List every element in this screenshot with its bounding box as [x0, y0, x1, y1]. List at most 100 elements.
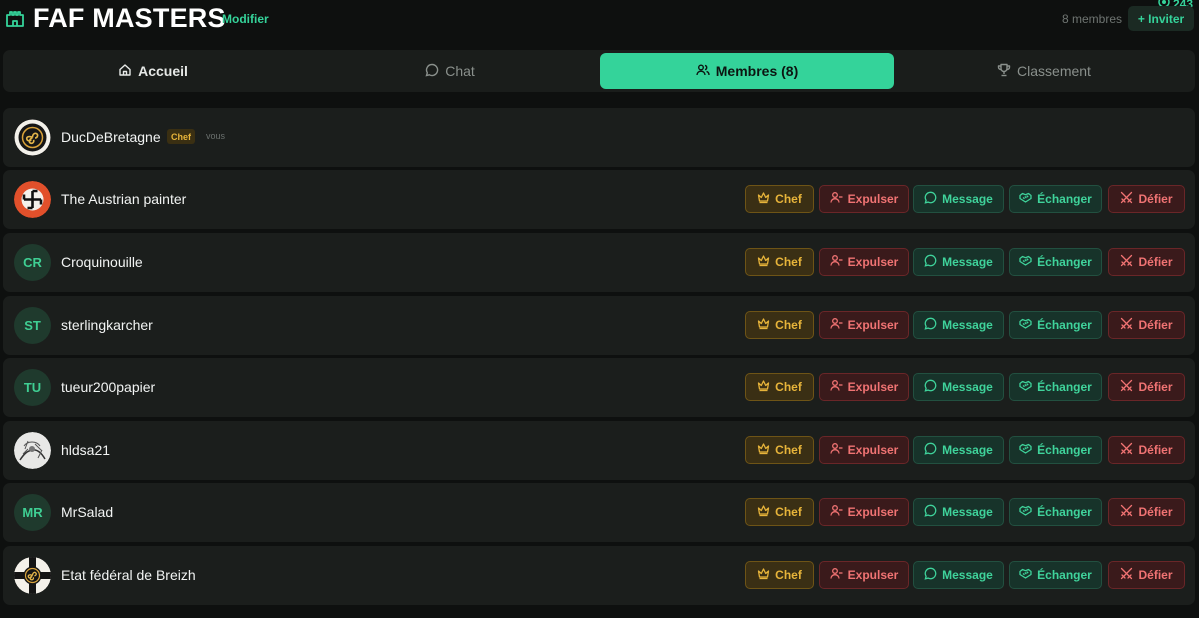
handshake-icon: [1019, 317, 1032, 333]
promote-chef-button[interactable]: Chef: [745, 561, 814, 589]
message-label: Message: [942, 568, 993, 582]
red-emblem-avatar[interactable]: [14, 181, 51, 218]
message-button[interactable]: Message: [913, 498, 1004, 526]
crown-icon: [757, 379, 770, 395]
trade-label: Échanger: [1037, 380, 1092, 394]
kick-button[interactable]: Expulser: [819, 311, 909, 339]
promote-chef-button[interactable]: Chef: [745, 185, 814, 213]
tab-home[interactable]: Accueil: [6, 53, 300, 89]
message-button[interactable]: Message: [913, 373, 1004, 401]
member-name[interactable]: sterlingkarcher: [61, 317, 153, 333]
chat-bubble-icon: [924, 567, 937, 583]
member-name[interactable]: MrSalad: [61, 504, 113, 520]
kick-button[interactable]: Expulser: [819, 561, 909, 589]
message-button[interactable]: Message: [913, 311, 1004, 339]
promote-chef-button[interactable]: Chef: [745, 248, 814, 276]
kick-button[interactable]: Expulser: [819, 248, 909, 276]
kick-button[interactable]: Expulser: [819, 498, 909, 526]
message-button[interactable]: Message: [913, 436, 1004, 464]
duel-button[interactable]: Défier: [1108, 561, 1185, 589]
crossed-swords-icon: [1120, 317, 1133, 333]
duel-button[interactable]: Défier: [1108, 311, 1185, 339]
members-count: 8 membres: [1062, 12, 1123, 26]
member-row: Etat fédéral de Breizh Chef Expulser Mes…: [3, 546, 1195, 605]
member-row: MR MrSalad Chef Expulser Message Échange…: [3, 483, 1195, 542]
message-label: Message: [942, 380, 993, 394]
duel-label: Défier: [1138, 255, 1173, 269]
member-avatar[interactable]: CR: [14, 244, 51, 281]
member-name[interactable]: hldsa21: [61, 442, 110, 458]
duel-label: Défier: [1138, 568, 1173, 582]
kick-label: Expulser: [847, 318, 899, 332]
tab-members-label: Membres (8): [715, 63, 799, 79]
triskelion-avatar[interactable]: [14, 119, 51, 156]
avatar-initials: CR: [23, 255, 42, 270]
member-row-owner: DucDeBretagne Chef vous: [3, 108, 1195, 167]
users-icon: [696, 63, 710, 80]
crossed-swords-icon: [1120, 442, 1133, 458]
member-row: ST sterlingkarcher Chef Expulser Message…: [3, 296, 1195, 355]
member-avatar[interactable]: MR: [14, 494, 51, 531]
duel-button[interactable]: Défier: [1108, 373, 1185, 401]
home-icon: [118, 63, 132, 80]
duel-button[interactable]: Défier: [1108, 185, 1185, 213]
message-label: Message: [942, 255, 993, 269]
member-row: The Austrian painter Chef Expulser Messa…: [3, 170, 1195, 229]
member-name[interactable]: The Austrian painter: [61, 191, 186, 207]
promote-chef-button[interactable]: Chef: [745, 436, 814, 464]
chat-bubble-icon: [924, 191, 937, 207]
crown-icon: [757, 567, 770, 583]
promote-chef-button[interactable]: Chef: [745, 498, 814, 526]
member-name[interactable]: Croquinouille: [61, 254, 143, 270]
promote-chef-label: Chef: [775, 380, 802, 394]
member-name[interactable]: DucDeBretagne: [61, 129, 161, 145]
user-minus-icon: [829, 504, 843, 520]
member-avatar[interactable]: ST: [14, 307, 51, 344]
duel-button[interactable]: Défier: [1108, 436, 1185, 464]
trade-button[interactable]: Échanger: [1009, 185, 1102, 213]
trade-button[interactable]: Échanger: [1009, 311, 1102, 339]
trade-button[interactable]: Échanger: [1009, 373, 1102, 401]
role-badge-chef: Chef: [167, 129, 195, 144]
chat-bubble-icon: [924, 379, 937, 395]
trade-label: Échanger: [1037, 568, 1092, 582]
tab-chat[interactable]: Chat: [303, 53, 597, 89]
trade-button[interactable]: Échanger: [1009, 498, 1102, 526]
kick-button[interactable]: Expulser: [819, 185, 909, 213]
trade-button[interactable]: Échanger: [1009, 436, 1102, 464]
trade-button[interactable]: Échanger: [1009, 248, 1102, 276]
sketch-photo-avatar[interactable]: [14, 432, 51, 469]
message-button[interactable]: Message: [913, 185, 1004, 213]
tab-members[interactable]: Membres (8): [600, 53, 894, 89]
invite-button[interactable]: + Inviter: [1128, 6, 1194, 31]
handshake-icon: [1019, 442, 1032, 458]
member-name[interactable]: tueur200papier: [61, 379, 155, 395]
trade-label: Échanger: [1037, 505, 1092, 519]
message-button[interactable]: Message: [913, 248, 1004, 276]
castle-icon: [5, 8, 25, 28]
promote-chef-label: Chef: [775, 505, 802, 519]
duel-button[interactable]: Défier: [1108, 498, 1185, 526]
modify-link[interactable]: Modifier: [222, 12, 269, 26]
trade-button[interactable]: Échanger: [1009, 561, 1102, 589]
promote-chef-button[interactable]: Chef: [745, 373, 814, 401]
group-title: FAF MASTERS: [33, 3, 226, 33]
handshake-icon: [1019, 379, 1032, 395]
duel-label: Défier: [1138, 318, 1173, 332]
cross-triskelion-avatar[interactable]: [14, 557, 51, 594]
kick-button[interactable]: Expulser: [819, 436, 909, 464]
promote-chef-button[interactable]: Chef: [745, 311, 814, 339]
duel-button[interactable]: Défier: [1108, 248, 1185, 276]
kick-label: Expulser: [847, 505, 899, 519]
handshake-icon: [1019, 567, 1032, 583]
tab-ranking[interactable]: Classement: [897, 53, 1191, 89]
crown-icon: [757, 191, 770, 207]
you-label: vous: [206, 131, 226, 141]
member-name[interactable]: Etat fédéral de Breizh: [61, 567, 196, 583]
message-label: Message: [942, 443, 993, 457]
message-button[interactable]: Message: [913, 561, 1004, 589]
kick-button[interactable]: Expulser: [819, 373, 909, 401]
promote-chef-label: Chef: [775, 443, 802, 457]
member-avatar[interactable]: TU: [14, 369, 51, 406]
message-label: Message: [942, 505, 993, 519]
